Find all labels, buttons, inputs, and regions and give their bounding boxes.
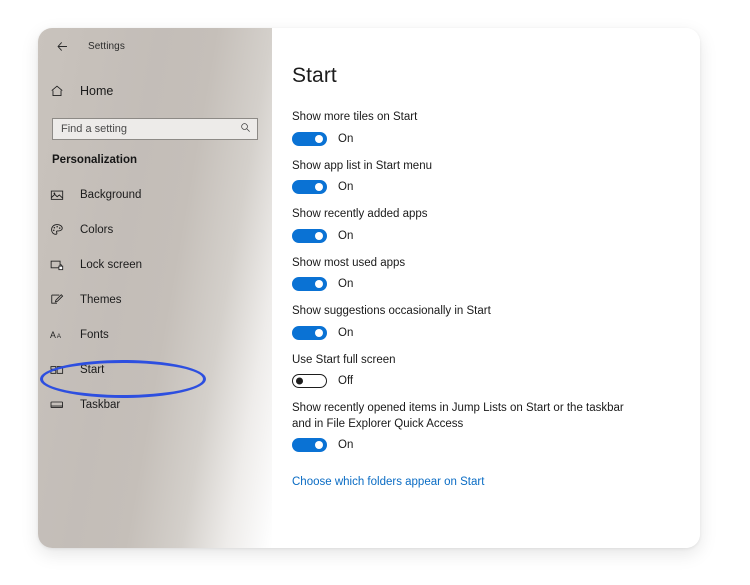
sidebar-nav-list: Background Colors Lock screen Themes A A… (38, 180, 272, 420)
taskbar-icon (50, 395, 72, 415)
setting-label: Show recently added apps (292, 208, 428, 221)
setting-show-most-used: Show most used apps On (292, 256, 700, 292)
toggle-knob (315, 328, 323, 337)
toggle-state-label: Off (338, 375, 354, 388)
setting-label: Show suggestions occasionally in Start (292, 305, 491, 318)
page-title: Start (292, 64, 337, 87)
toggle-state-label: On (338, 278, 354, 291)
toggle-use-full-screen[interactable] (292, 374, 327, 389)
toggle-show-recently-added[interactable] (292, 228, 327, 243)
search-input[interactable] (61, 123, 240, 135)
brush-icon (50, 290, 72, 310)
picture-icon (50, 185, 72, 205)
sidebar: Settings Home Personalization (38, 28, 272, 548)
toggle-row: On (292, 180, 700, 195)
toggle-row: On (292, 277, 700, 292)
window-title: Settings (88, 40, 125, 52)
sidebar-item-start-label: Start (80, 364, 105, 376)
toggle-show-most-used[interactable] (292, 277, 327, 292)
sidebar-item-fonts[interactable]: A A Fonts (38, 320, 272, 350)
settings-window: Settings Home Personalization (38, 28, 700, 548)
sidebar-item-home-label: Home (80, 84, 114, 98)
toggle-show-app-list[interactable] (292, 180, 327, 195)
toggle-show-jump-lists[interactable] (292, 438, 327, 453)
sidebar-item-themes[interactable]: Themes (38, 285, 272, 315)
svg-text:A: A (50, 330, 56, 340)
sidebar-item-background-label: Background (80, 189, 142, 201)
svg-text:A: A (57, 333, 62, 340)
toggle-row: On (292, 438, 700, 453)
toggle-knob (315, 134, 323, 143)
toggle-show-suggestions[interactable] (292, 325, 327, 340)
choose-folders-link[interactable]: Choose which folders appear on Start (292, 476, 484, 488)
setting-show-jump-lists: Show recently opened items in Jump Lists… (292, 401, 700, 453)
main-content: Start Show more tiles on Start On Show a… (272, 28, 700, 548)
toggle-state-label: On (338, 439, 354, 452)
toggle-row: Off (292, 374, 700, 389)
sidebar-item-fonts-label: Fonts (80, 329, 109, 341)
setting-show-recently-added: Show recently added apps On (292, 207, 700, 243)
home-icon (50, 81, 72, 101)
setting-label: Show more tiles on Start (292, 111, 418, 123)
sidebar-item-background[interactable]: Background (38, 180, 272, 210)
fonts-aa-icon: A A (50, 325, 72, 345)
toggle-row: On (292, 325, 700, 340)
sidebar-item-home[interactable]: Home (38, 76, 272, 106)
toggle-knob (315, 183, 323, 192)
toggle-state-label: On (338, 132, 354, 145)
sidebar-item-start[interactable]: Start (38, 355, 272, 385)
toggle-state-label: On (338, 326, 354, 339)
lock-screen-icon (50, 255, 72, 275)
toggle-show-more-tiles[interactable] (292, 131, 327, 146)
setting-label: Show recently opened items in Jump Lists… (292, 402, 624, 430)
toggle-knob (315, 231, 323, 240)
sidebar-item-taskbar-label: Taskbar (80, 399, 121, 411)
back-arrow-icon[interactable] (52, 36, 72, 56)
setting-show-app-list: Show app list in Start menu On (292, 159, 700, 195)
sidebar-item-colors[interactable]: Colors (38, 215, 272, 245)
search-box[interactable] (52, 118, 258, 140)
palette-icon (50, 220, 72, 240)
setting-show-suggestions: Show suggestions occasionally in Start O… (292, 304, 700, 340)
setting-label: Show most used apps (292, 256, 406, 269)
setting-label: Show app list in Start menu (292, 159, 432, 172)
sidebar-item-colors-label: Colors (80, 224, 114, 236)
toggle-row: On (292, 228, 700, 243)
window-titlebar: Settings (38, 28, 272, 64)
sidebar-item-lock-screen-label: Lock screen (80, 259, 143, 271)
toggle-knob (315, 280, 323, 289)
toggle-state-label: On (338, 229, 354, 242)
toggle-row: On (292, 131, 700, 146)
setting-show-more-tiles: Show more tiles on Start On (292, 110, 700, 146)
setting-label: Use Start full screen (292, 353, 396, 366)
sidebar-section-heading: Personalization (52, 154, 137, 166)
setting-use-full-screen: Use Start full screen Off (292, 353, 700, 389)
toggle-state-label: On (338, 181, 354, 194)
toggle-knob (296, 377, 303, 385)
sidebar-item-lock-screen[interactable]: Lock screen (38, 250, 272, 280)
search-icon[interactable] (240, 122, 251, 136)
start-tiles-icon (50, 360, 72, 380)
sidebar-item-themes-label: Themes (80, 294, 122, 306)
sidebar-item-taskbar[interactable]: Taskbar (38, 390, 272, 420)
toggle-knob (315, 441, 323, 450)
